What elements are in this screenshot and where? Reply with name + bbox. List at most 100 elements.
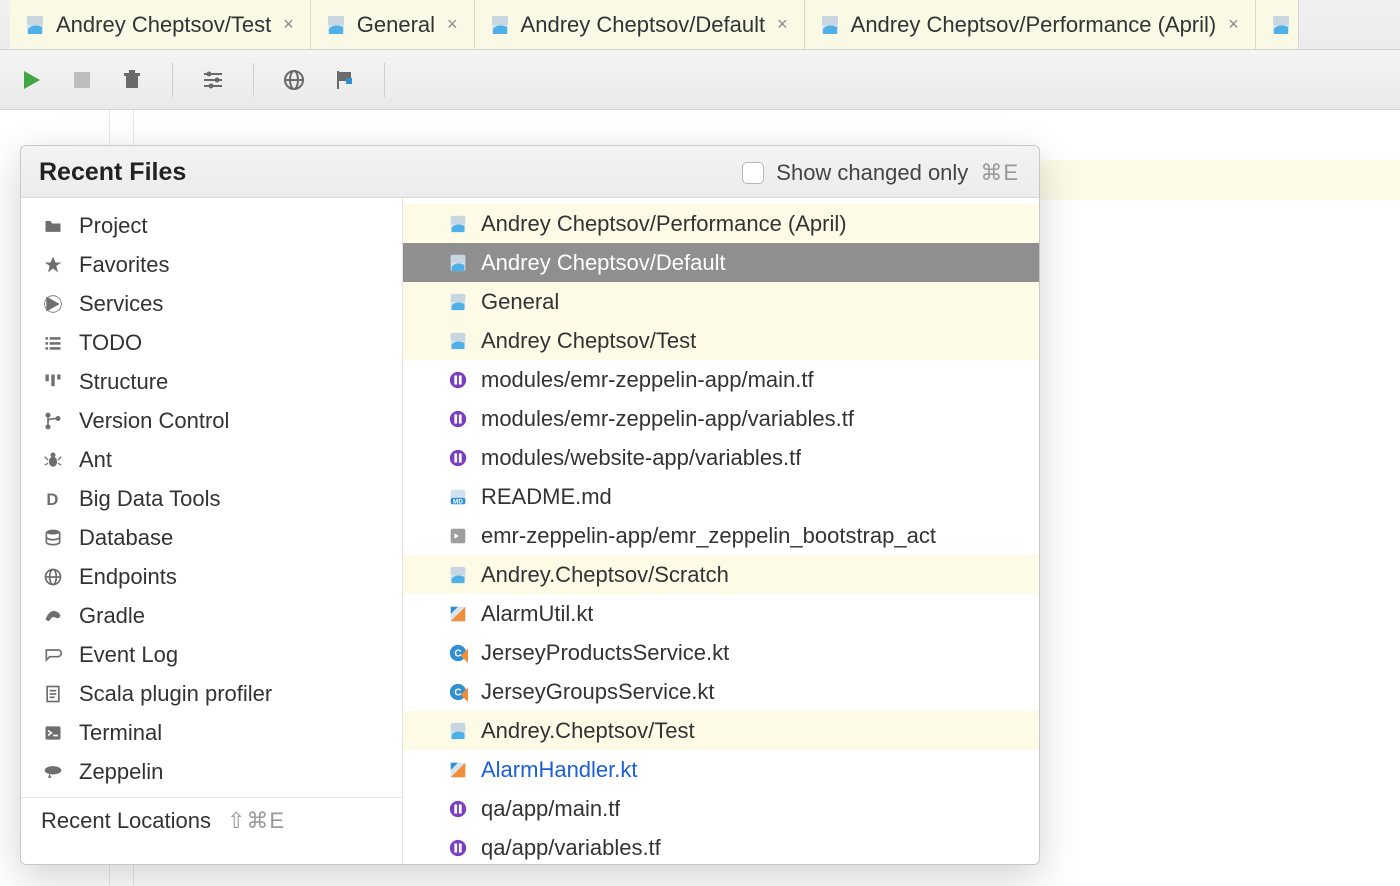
file-label: Andrey Cheptsov/Performance (April) [481,211,847,237]
recent-file-item[interactable]: emr-zeppelin-app/emr_zeppelin_bootstrap_… [403,516,1039,555]
tool-window-label: Ant [79,447,112,473]
bookmark-button[interactable] [330,66,358,94]
context-icon [447,565,469,585]
recent-locations-link[interactable]: Recent Locations ⇧⌘E [21,797,402,846]
ant-icon [41,450,65,470]
recent-file-item[interactable]: modules/website-app/variables.tf [403,438,1039,477]
eventlog-icon [41,645,65,665]
file-label: Andrey.Cheptsov/Scratch [481,562,729,588]
recent-file-item[interactable]: Andrey.Cheptsov/Test [403,711,1039,750]
tool-window-label: Favorites [79,252,169,278]
editor-area: 1234567891011121314151617 Recent Files S… [0,110,1400,886]
tool-window-item[interactable]: Gradle [21,596,402,635]
run-button[interactable] [18,66,46,94]
tool-window-item[interactable]: Scala plugin profiler [21,674,402,713]
context-icon [447,721,469,741]
editor-tab[interactable]: Andrey Cheptsov/Performance (April) × [805,0,1256,49]
tf-icon [447,799,469,819]
recent-file-item[interactable]: AlarmHandler.kt [403,750,1039,789]
tool-window-item[interactable]: Zeppelin [21,752,402,791]
file-label: modules/emr-zeppelin-app/variables.tf [481,406,854,432]
tool-window-item[interactable]: Favorites [21,245,402,284]
recent-file-item[interactable]: qa/app/variables.tf [403,828,1039,864]
tool-window-label: Big Data Tools [79,486,220,512]
gradle-icon [41,606,65,626]
file-label: AlarmHandler.kt [481,757,638,783]
run-toolbar [0,50,1400,110]
recent-file-item[interactable]: Andrey.Cheptsov/Scratch [403,555,1039,594]
terminal-icon [41,723,65,743]
close-icon[interactable]: × [281,14,296,35]
toolbar-separator [172,63,173,97]
todo-icon [41,333,65,353]
recent-file-item[interactable]: Andrey Cheptsov/Performance (April) [403,204,1039,243]
recent-files-popup: Recent Files Show changed only ⌘E Projec… [20,145,1040,865]
recent-locations-label: Recent Locations [41,808,211,834]
context-icon [24,14,46,36]
context-icon [447,253,469,273]
editor-canvas[interactable]: Recent Files Show changed only ⌘E Projec… [134,110,1400,886]
tool-window-label: Database [79,525,173,551]
tool-window-label: Endpoints [79,564,177,590]
popup-title: Recent Files [39,158,186,187]
recent-file-item[interactable]: AlarmUtil.kt [403,594,1039,633]
close-icon[interactable]: × [775,14,790,35]
letter-d-icon [41,489,65,509]
file-label: Andrey.Cheptsov/Test [481,718,695,744]
recent-file-item[interactable]: JerseyProductsService.kt [403,633,1039,672]
delete-button[interactable] [118,66,146,94]
tool-window-item[interactable]: Project [21,206,402,245]
sh-icon [447,526,469,546]
tool-window-item[interactable]: Ant [21,440,402,479]
tool-window-item[interactable]: Services [21,284,402,323]
editor-tab[interactable]: General × [311,0,475,49]
tf-icon [447,448,469,468]
configure-button[interactable] [199,66,227,94]
kt-icon [447,604,469,624]
tool-window-label: Version Control [79,408,229,434]
recent-file-item[interactable]: JerseyGroupsService.kt [403,672,1039,711]
recent-file-item[interactable]: General [403,282,1039,321]
tool-window-label: Structure [79,369,168,395]
file-label: JerseyGroupsService.kt [481,679,715,705]
close-icon[interactable]: × [445,14,460,35]
tool-window-item[interactable]: Structure [21,362,402,401]
recent-file-item[interactable]: Andrey Cheptsov/Test [403,321,1039,360]
tool-window-item[interactable]: Big Data Tools [21,479,402,518]
folder-icon [41,216,65,236]
recent-file-item[interactable]: modules/emr-zeppelin-app/main.tf [403,360,1039,399]
file-label: qa/app/main.tf [481,796,620,822]
tool-window-item[interactable]: Version Control [21,401,402,440]
context-icon [1270,14,1292,36]
tool-window-item[interactable]: Endpoints [21,557,402,596]
kt-icon [447,760,469,780]
structure-icon [41,372,65,392]
tool-window-label: Event Log [79,642,178,668]
context-icon [447,214,469,234]
tool-window-item[interactable]: Terminal [21,713,402,752]
doc-icon [41,684,65,704]
show-changed-label: Show changed only [776,160,968,186]
stop-button[interactable] [68,66,96,94]
file-label: modules/website-app/variables.tf [481,445,801,471]
recent-file-item[interactable]: modules/emr-zeppelin-app/variables.tf [403,399,1039,438]
editor-tab[interactable]: Andrey Cheptsov/Test × [10,0,311,49]
tool-window-item[interactable]: TODO [21,323,402,362]
close-icon[interactable]: × [1226,14,1241,35]
popup-header: Recent Files Show changed only ⌘E [21,146,1039,198]
endpoints-button[interactable] [280,66,308,94]
file-label: qa/app/variables.tf [481,835,661,861]
recent-file-item[interactable]: README.md [403,477,1039,516]
tool-window-item[interactable]: Database [21,518,402,557]
tool-window-item[interactable]: Event Log [21,635,402,674]
editor-tab-overflow[interactable] [1256,0,1299,49]
tab-label: Andrey Cheptsov/Test [56,12,271,38]
file-label: AlarmUtil.kt [481,601,593,627]
file-label: Andrey Cheptsov/Default [481,250,726,276]
tab-label: General [357,12,435,38]
recent-file-item[interactable]: qa/app/main.tf [403,789,1039,828]
show-changed-only-toggle[interactable]: Show changed only ⌘E [742,160,1019,186]
editor-tab[interactable]: Andrey Cheptsov/Default × [475,0,805,49]
context-icon [819,14,841,36]
recent-file-item[interactable]: Andrey Cheptsov/Default [403,243,1039,282]
